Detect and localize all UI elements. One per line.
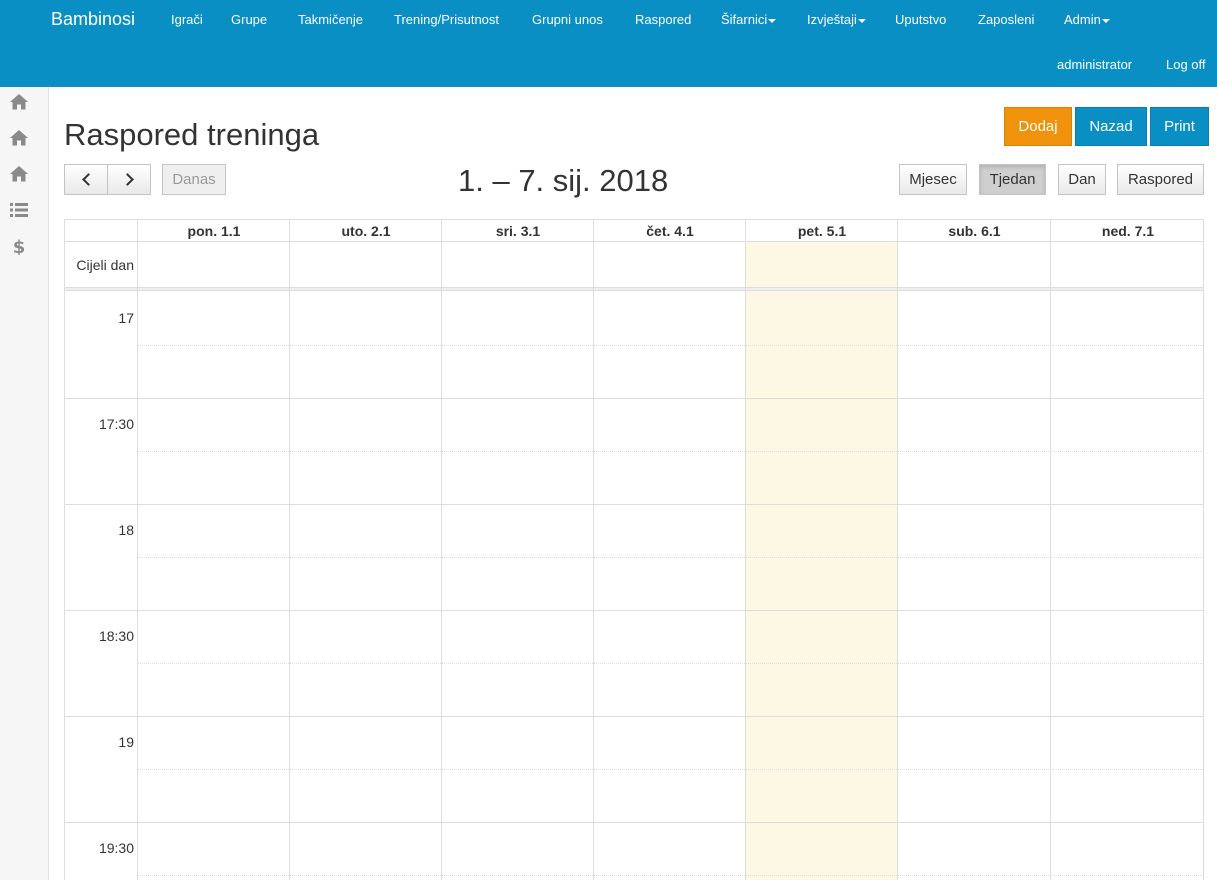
- nav-trening-prisutnost[interactable]: Trening/Prisutnost: [394, 12, 499, 27]
- time-slot-label: 19:30: [98, 840, 134, 856]
- slot-divider: [138, 451, 1203, 452]
- nav-admin-label: Admin: [1064, 12, 1101, 27]
- prev-week-button[interactable]: [64, 164, 108, 195]
- today-button[interactable]: Danas: [162, 164, 226, 195]
- nav-grupni-unos[interactable]: Grupni unos: [532, 12, 603, 27]
- list-icon[interactable]: [9, 201, 29, 219]
- nav-admin-dropdown[interactable]: Admin: [1064, 12, 1110, 27]
- slot-divider: [65, 504, 1203, 505]
- nav-raspored[interactable]: Raspored: [635, 12, 691, 27]
- today-column-highlight: [746, 242, 898, 880]
- slot-divider: [65, 398, 1203, 399]
- nav-takmicenje[interactable]: Takmičenje: [298, 12, 363, 27]
- nav-zaposleni[interactable]: Zaposleni: [978, 12, 1034, 27]
- view-week-button[interactable]: Tjedan: [979, 164, 1046, 195]
- home-icon[interactable]: [9, 165, 29, 183]
- logoff-link[interactable]: Log off: [1166, 57, 1206, 72]
- day-header: pet. 5.1: [797, 223, 847, 239]
- top-navbar: Bambinosi Igrači Grupe Takmičenje Trenin…: [0, 0, 1217, 87]
- nav-izvjestaji-label: Izvještaji: [807, 12, 857, 27]
- caret-down-icon: [768, 18, 777, 23]
- column-divider: [137, 220, 138, 880]
- back-button[interactable]: Nazad: [1075, 107, 1147, 146]
- next-week-button[interactable]: [107, 164, 151, 195]
- calendar-range-title: 1. – 7. sij. 2018: [458, 163, 669, 198]
- page-title: Raspored treninga: [64, 117, 320, 152]
- time-slot-label: 18:30: [98, 628, 134, 644]
- day-header: uto. 2.1: [341, 223, 391, 239]
- nav-uputstvo[interactable]: Uputstvo: [895, 12, 946, 27]
- view-list-button[interactable]: Raspored: [1117, 164, 1204, 195]
- slot-divider: [65, 610, 1203, 611]
- slot-divider: [138, 875, 1203, 876]
- day-header: čet. 4.1: [646, 223, 694, 239]
- dollar-icon[interactable]: $: [9, 237, 29, 255]
- column-divider: [1050, 220, 1051, 880]
- nav-igraci[interactable]: Igrači: [171, 12, 203, 27]
- print-button[interactable]: Print: [1150, 107, 1209, 146]
- allday-label: Cijeli dan: [76, 257, 134, 273]
- column-divider: [441, 220, 442, 880]
- calendar-header-row: pon. 1.1 uto. 2.1 sri. 3.1 čet. 4.1 pet.…: [65, 220, 1203, 242]
- nav-izvjestaji-dropdown[interactable]: Izvještaji: [807, 12, 866, 27]
- column-divider: [593, 220, 594, 880]
- nav-sifarnici-label: Šifarnici: [721, 12, 768, 27]
- day-header: pon. 1.1: [187, 223, 241, 239]
- column-divider: [289, 220, 290, 880]
- time-slot-label: 17: [118, 310, 134, 326]
- caret-down-icon: [1101, 18, 1110, 23]
- slot-divider: [138, 345, 1203, 346]
- add-button[interactable]: Dodaj: [1004, 107, 1072, 146]
- user-name-link[interactable]: administrator: [1057, 57, 1132, 72]
- left-sidebar: $: [0, 87, 49, 880]
- slot-divider: [65, 716, 1203, 717]
- slot-divider: [138, 769, 1203, 770]
- day-header: sub. 6.1: [948, 223, 1001, 239]
- time-slot-label: 18: [118, 522, 134, 538]
- slot-divider: [138, 557, 1203, 558]
- chevron-right-icon: [120, 173, 134, 186]
- home-icon[interactable]: [9, 93, 29, 111]
- time-slot-label: 19: [118, 734, 134, 750]
- view-day-button[interactable]: Dan: [1058, 164, 1106, 195]
- column-divider: [745, 220, 746, 880]
- home-icon[interactable]: [9, 129, 29, 147]
- time-slot-label: 17:30: [98, 416, 134, 432]
- svg-text:$: $: [13, 237, 26, 255]
- caret-down-icon: [857, 18, 866, 23]
- allday-divider: [65, 287, 1203, 291]
- day-header: sri. 3.1: [495, 223, 541, 239]
- view-month-button[interactable]: Mjesec: [899, 164, 967, 195]
- nav-sifarnici-dropdown[interactable]: Šifarnici: [721, 12, 777, 27]
- day-header: ned. 7.1: [1101, 223, 1155, 239]
- brand-logo[interactable]: Bambinosi: [51, 9, 135, 30]
- column-divider: [897, 220, 898, 880]
- week-calendar: pon. 1.1 uto. 2.1 sri. 3.1 čet. 4.1 pet.…: [64, 219, 1204, 880]
- slot-divider: [65, 822, 1203, 823]
- slot-divider: [138, 663, 1203, 664]
- nav-grupe[interactable]: Grupe: [231, 12, 267, 27]
- chevron-left-icon: [81, 173, 95, 186]
